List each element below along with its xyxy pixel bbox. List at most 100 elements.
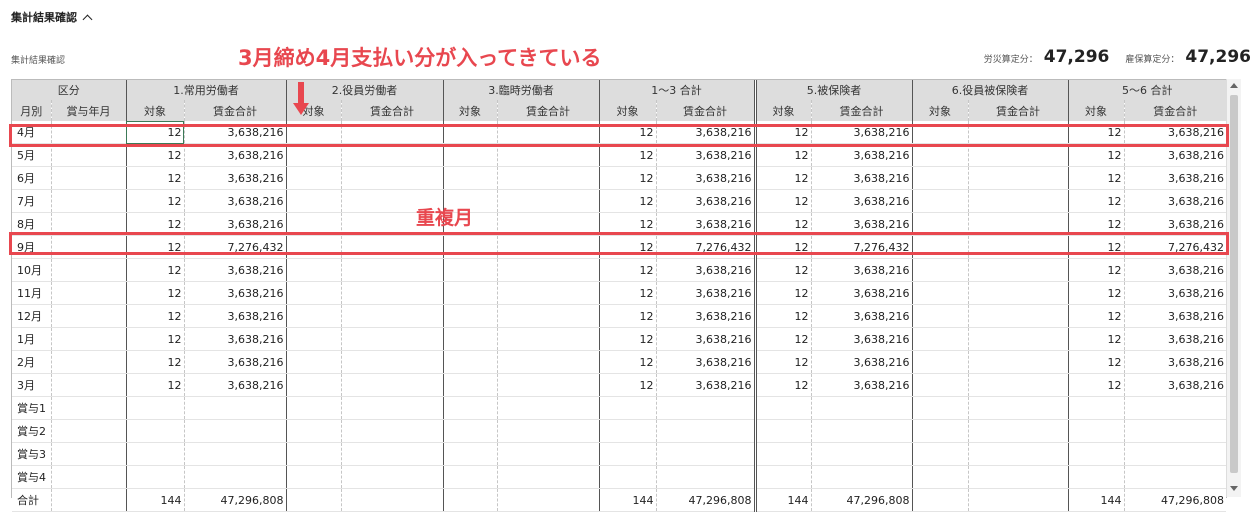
table-row[interactable]: 賞与3 — [12, 442, 1226, 466]
count-cell[interactable] — [286, 327, 342, 351]
count-cell[interactable]: 12 — [755, 350, 812, 374]
wage-cell[interactable] — [968, 327, 1069, 351]
count-cell[interactable] — [286, 350, 342, 374]
count-cell[interactable] — [443, 419, 498, 443]
wage-cell[interactable] — [811, 465, 913, 489]
wage-cell[interactable]: 3,638,216 — [1124, 327, 1226, 351]
wage-cell[interactable]: 3,638,216 — [184, 281, 287, 305]
wage-cell[interactable]: 3,638,216 — [656, 121, 757, 144]
bonus-month-cell[interactable] — [51, 281, 127, 305]
wage-cell[interactable] — [341, 327, 444, 351]
count-cell[interactable] — [286, 465, 342, 489]
count-cell[interactable] — [286, 235, 342, 259]
count-cell[interactable] — [912, 396, 969, 420]
count-cell[interactable]: 12 — [126, 143, 185, 167]
scroll-down-arrow-icon[interactable] — [1230, 486, 1238, 491]
count-cell[interactable] — [912, 212, 969, 236]
wage-cell[interactable] — [497, 465, 600, 489]
wage-cell[interactable]: 3,638,216 — [656, 350, 757, 374]
bonus-month-cell[interactable] — [51, 143, 127, 167]
wage-cell[interactable] — [497, 327, 600, 351]
bonus-month-cell[interactable] — [51, 442, 127, 466]
count-cell[interactable] — [1068, 419, 1125, 443]
wage-cell[interactable] — [341, 442, 444, 466]
wage-cell[interactable]: 3,638,216 — [184, 327, 287, 351]
wage-cell[interactable]: 3,638,216 — [184, 304, 287, 328]
count-cell[interactable] — [443, 304, 498, 328]
count-cell[interactable] — [912, 442, 969, 466]
wage-cell[interactable] — [968, 396, 1069, 420]
wage-cell[interactable] — [341, 258, 444, 282]
count-cell[interactable]: 12 — [1068, 327, 1125, 351]
bonus-month-cell[interactable] — [51, 235, 127, 259]
count-cell[interactable] — [912, 419, 969, 443]
wage-cell[interactable]: 47,296,808 — [184, 488, 287, 512]
wage-cell[interactable] — [184, 419, 287, 443]
bonus-month-cell[interactable] — [51, 189, 127, 213]
wage-cell[interactable] — [341, 350, 444, 374]
count-cell[interactable] — [443, 235, 498, 259]
count-cell[interactable] — [443, 488, 498, 512]
count-cell[interactable] — [1068, 465, 1125, 489]
wage-cell[interactable]: 3,638,216 — [1124, 212, 1226, 236]
wage-cell[interactable] — [968, 442, 1069, 466]
count-cell[interactable]: 12 — [599, 212, 657, 236]
wage-cell[interactable] — [968, 258, 1069, 282]
count-cell[interactable] — [755, 465, 812, 489]
count-cell[interactable] — [599, 442, 657, 466]
wage-cell[interactable]: 3,638,216 — [1124, 166, 1226, 190]
wage-cell[interactable] — [497, 166, 600, 190]
wage-cell[interactable] — [341, 143, 444, 167]
wage-cell[interactable] — [497, 373, 600, 397]
wage-cell[interactable]: 3,638,216 — [184, 143, 287, 167]
wage-cell[interactable]: 3,638,216 — [1124, 121, 1226, 144]
count-cell[interactable] — [912, 465, 969, 489]
count-cell[interactable] — [443, 143, 498, 167]
wage-cell[interactable] — [968, 235, 1069, 259]
wage-cell[interactable]: 3,638,216 — [184, 212, 287, 236]
wage-cell[interactable] — [184, 396, 287, 420]
wage-cell[interactable] — [1124, 419, 1226, 443]
count-cell[interactable]: 12 — [599, 304, 657, 328]
wage-cell[interactable]: 7,276,432 — [811, 235, 913, 259]
wage-cell[interactable]: 3,638,216 — [811, 373, 913, 397]
count-cell[interactable] — [599, 419, 657, 443]
count-cell[interactable] — [286, 396, 342, 420]
bonus-month-cell[interactable] — [51, 304, 127, 328]
wage-cell[interactable]: 3,638,216 — [811, 327, 913, 351]
count-cell[interactable] — [443, 465, 498, 489]
table-row[interactable]: 12月 12 3,638,216 12 3,638,216 12 3,638,216 12 3,… — [12, 304, 1226, 328]
wage-cell[interactable] — [968, 350, 1069, 374]
count-cell[interactable] — [286, 488, 342, 512]
count-cell[interactable]: 12 — [126, 350, 185, 374]
section-header[interactable]: 集計結果確認 — [11, 9, 93, 25]
bonus-month-cell[interactable] — [51, 350, 127, 374]
count-cell[interactable]: 12 — [599, 166, 657, 190]
wage-cell[interactable] — [1124, 396, 1226, 420]
count-cell[interactable] — [599, 465, 657, 489]
wage-cell[interactable]: 3,638,216 — [656, 281, 757, 305]
wage-cell[interactable]: 3,638,216 — [1124, 281, 1226, 305]
count-cell[interactable]: 12 — [755, 166, 812, 190]
wage-cell[interactable] — [497, 419, 600, 443]
wage-cell[interactable]: 3,638,216 — [811, 143, 913, 167]
count-cell[interactable]: 12 — [126, 212, 185, 236]
vertical-scrollbar[interactable] — [1226, 79, 1241, 497]
count-cell[interactable]: 12 — [126, 373, 185, 397]
count-cell[interactable]: 12 — [755, 304, 812, 328]
wage-cell[interactable] — [341, 235, 444, 259]
count-cell[interactable]: 12 — [126, 304, 185, 328]
wage-cell[interactable] — [1124, 465, 1226, 489]
table-row[interactable]: 8月 12 3,638,216 12 3,638,216 12 3,638,216 12 3,6… — [12, 212, 1226, 236]
wage-cell[interactable] — [811, 419, 913, 443]
count-cell[interactable] — [443, 281, 498, 305]
wage-cell[interactable] — [656, 396, 757, 420]
count-cell[interactable] — [912, 235, 969, 259]
count-cell[interactable] — [443, 166, 498, 190]
wage-cell[interactable] — [341, 281, 444, 305]
table-row[interactable]: 6月 12 3,638,216 12 3,638,216 12 3,638,216 12 3,6… — [12, 166, 1226, 190]
wage-cell[interactable]: 3,638,216 — [811, 350, 913, 374]
wage-cell[interactable]: 3,638,216 — [184, 166, 287, 190]
count-cell[interactable]: 12 — [599, 350, 657, 374]
count-cell[interactable] — [286, 189, 342, 213]
